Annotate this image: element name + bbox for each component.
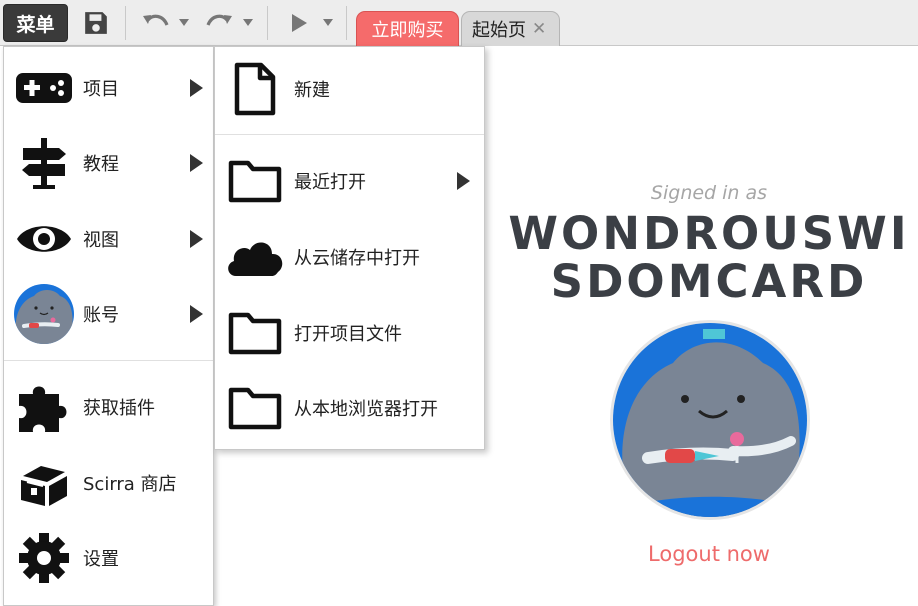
gamepad-icon [14,58,74,118]
save-icon[interactable] [80,8,112,38]
menu-item-tutorials[interactable]: 教程 [4,126,213,200]
undo-icon[interactable] [139,8,173,38]
toolbar-divider [346,6,347,40]
folder-icon [223,303,287,363]
submenu-item-open-project-file[interactable]: 打开项目文件 [215,296,484,370]
menu-item-label: 获取插件 [83,398,155,419]
redo-icon[interactable] [202,8,236,38]
menu-item-scirra-store[interactable]: Scirra 商店 [4,446,213,520]
submenu-item-open-cloud[interactable]: 从云储存中打开 [215,220,484,294]
project-submenu: 新建 最近打开 从云储存中打开 打开项目文件 从本地浏览器打开 [214,46,485,450]
submenu-item-open-local-browser[interactable]: 从本地浏览器打开 [215,371,484,445]
treasure-chest-icon [14,453,74,513]
submenu-arrow-icon [457,172,470,190]
signpost-icon [14,133,74,193]
gear-icon [14,528,74,588]
submenu-item-label: 从云储存中打开 [294,248,420,269]
submenu-arrow-icon [190,79,203,97]
logout-link[interactable]: Logout now [555,542,863,566]
eye-icon [14,209,74,269]
tab-label: 立即购买 [371,20,444,41]
submenu-item-label: 最近打开 [294,172,366,193]
tab-label: 起始页 [472,20,526,41]
menu-item-account[interactable]: 账号 [4,277,213,351]
menu-button[interactable]: 菜单 [3,4,68,42]
menu-item-view[interactable]: 视图 [4,202,213,276]
submenu-item-label: 新建 [294,80,330,101]
folder-icon [223,378,287,438]
signed-in-label: Signed in as [650,182,768,204]
submenu-divider [215,134,484,135]
submenu-item-label: 从本地浏览器打开 [294,399,438,420]
tab-buy-now[interactable]: 立即购买 [356,11,459,46]
top-toolbar: 菜单 立即购买 起始页 ✕ [0,0,918,46]
submenu-item-new[interactable]: 新建 [215,52,484,126]
play-icon[interactable] [286,8,312,38]
avatar [610,320,810,520]
menu-item-label: 账号 [83,305,119,326]
menu-item-project[interactable]: 项目 [4,51,213,125]
avatar [14,284,74,344]
menu-item-label: 教程 [83,154,119,175]
tab-start-page[interactable]: 起始页 ✕ [461,11,560,46]
submenu-item-recent[interactable]: 最近打开 [215,144,484,218]
submenu-arrow-icon [190,154,203,172]
menu-divider [4,360,213,361]
toolbar-divider [267,6,268,40]
menu-item-label: 设置 [83,549,119,570]
submenu-arrow-icon [190,305,203,323]
submenu-item-label: 打开项目文件 [294,324,402,345]
play-dropdown-icon[interactable] [321,8,335,38]
menu-item-label: 视图 [83,230,119,251]
new-file-icon [223,59,287,119]
redo-dropdown-icon[interactable] [241,8,255,38]
puzzle-icon [14,377,74,437]
toolbar-divider [125,6,126,40]
submenu-arrow-icon [190,230,203,248]
folder-icon [223,151,287,211]
close-icon[interactable]: ✕ [532,19,546,39]
menu-item-label: Scirra 商店 [83,474,177,495]
menu-item-label: 项目 [83,79,119,100]
menu-item-settings[interactable]: 设置 [4,521,213,595]
username: WONDROUSWISDOMCARD [508,207,910,308]
cloud-icon [223,227,287,287]
menu-item-get-addons[interactable]: 获取插件 [4,370,213,444]
undo-dropdown-icon[interactable] [177,8,191,38]
main-menu: 项目 教程 视图 账号 获取插件 Scirra 商店 设置 [3,46,214,606]
